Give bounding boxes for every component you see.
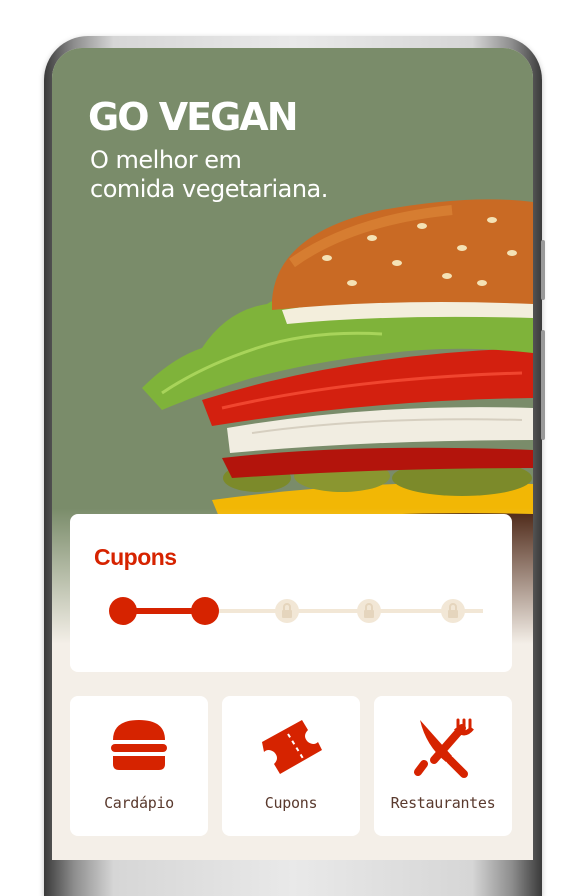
progress-step-locked <box>441 599 465 623</box>
hero-tagline: O melhor em comida vegetariana. <box>90 146 328 203</box>
phone-side-button <box>541 240 545 300</box>
phone-side-button <box>541 330 545 440</box>
restaurants-tile[interactable]: Restaurantes <box>374 696 512 836</box>
progress-step-completed <box>109 597 137 625</box>
ticket-icon <box>222 716 360 776</box>
tile-label-restaurantes: Restaurantes <box>390 794 496 812</box>
fork-knife-icon <box>374 716 512 778</box>
coupons-tile[interactable]: Cupons <box>222 696 360 836</box>
coupon-progress-card[interactable] <box>70 514 512 672</box>
burger-icon <box>70 716 208 776</box>
tile-label-cupons: Cupons <box>264 794 318 812</box>
progress-step-locked <box>357 599 381 623</box>
progress-step-locked <box>275 599 299 623</box>
progress-step-completed <box>191 597 219 625</box>
coupon-card-title: Cupons <box>94 544 177 570</box>
app-screen: GO VEGAN O melhor em comida vegetariana.… <box>52 48 533 860</box>
coupon-progress-tracker <box>109 597 483 625</box>
tile-label-cardapio: Cardápio <box>104 794 174 812</box>
menu-tile[interactable]: Cardápio <box>70 696 208 836</box>
hero-headline: GO VEGAN <box>88 95 298 139</box>
